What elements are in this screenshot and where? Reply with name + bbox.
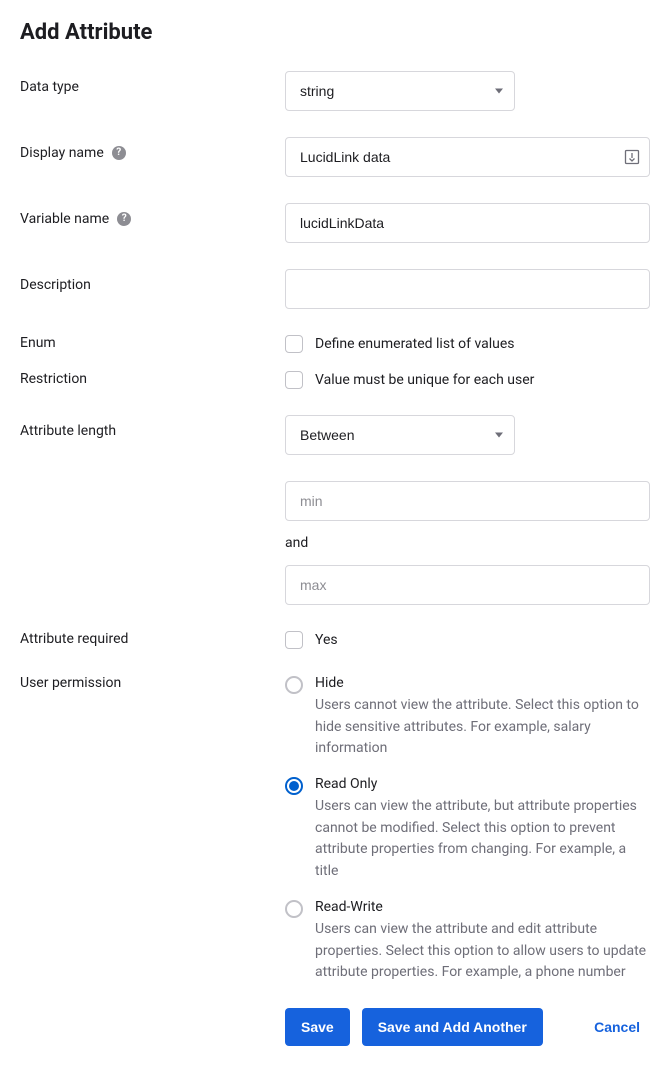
row-description: Description — [20, 269, 650, 309]
label-user-permission: User permission — [20, 675, 285, 691]
attribute-length-select-wrap[interactable]: Between — [285, 415, 515, 455]
radio-item-hide[interactable]: Hide Users cannot view the attribute. Se… — [285, 675, 650, 760]
attribute-required-checkbox[interactable] — [285, 631, 303, 649]
and-label: and — [285, 535, 650, 551]
attribute-required-checkbox-row[interactable]: Yes — [285, 631, 650, 649]
attribute-length-select[interactable]: Between — [285, 415, 515, 455]
save-add-another-button[interactable]: Save and Add Another — [362, 1008, 543, 1046]
label-empty — [20, 481, 285, 489]
row-data-type: Data type string — [20, 71, 650, 111]
radio-read-only[interactable] — [285, 777, 303, 795]
label-enum: Enum — [20, 335, 285, 351]
page-title: Add Attribute — [20, 20, 650, 45]
label-restriction: Restriction — [20, 371, 285, 387]
label-description: Description — [20, 269, 285, 293]
help-icon[interactable]: ? — [117, 212, 131, 226]
radio-read-write-label: Read-Write — [315, 899, 650, 915]
attribute-length-min-input[interactable] — [285, 481, 650, 521]
label-data-type: Data type — [20, 71, 285, 95]
radio-hide-desc: Users cannot view the attribute. Select … — [315, 695, 650, 760]
radio-hide-label: Hide — [315, 675, 650, 691]
enum-checkbox-row[interactable]: Define enumerated list of values — [285, 335, 650, 353]
row-attribute-required: Attribute required Yes — [20, 631, 650, 649]
radio-read-write-desc: Users can view the attribute and edit at… — [315, 919, 650, 984]
row-user-permission: User permission Hide Users cannot view t… — [20, 675, 650, 984]
radio-item-read-only[interactable]: Read Only Users can view the attribute, … — [285, 776, 650, 883]
radio-read-only-desc: Users can view the attribute, but attrib… — [315, 796, 650, 883]
row-restriction: Restriction Value must be unique for eac… — [20, 371, 650, 389]
label-display-name: Display name ? — [20, 137, 285, 161]
radio-read-only-label: Read Only — [315, 776, 650, 792]
radio-read-write[interactable] — [285, 900, 303, 918]
attribute-required-checkbox-label: Yes — [315, 632, 338, 648]
button-row: Save Save and Add Another Cancel — [285, 1008, 650, 1046]
save-button[interactable]: Save — [285, 1008, 350, 1046]
restriction-checkbox-label: Value must be unique for each user — [315, 372, 534, 388]
cancel-button[interactable]: Cancel — [584, 1008, 650, 1046]
label-attribute-length: Attribute length — [20, 415, 285, 439]
row-variable-name: Variable name ? — [20, 203, 650, 243]
radio-hide[interactable] — [285, 676, 303, 694]
enum-checkbox[interactable] — [285, 335, 303, 353]
restriction-checkbox[interactable] — [285, 371, 303, 389]
row-enum: Enum Define enumerated list of values — [20, 335, 650, 353]
attribute-length-max-input[interactable] — [285, 565, 650, 605]
row-display-name: Display name ? — [20, 137, 650, 177]
variable-name-input[interactable] — [285, 203, 650, 243]
description-input[interactable] — [285, 269, 650, 309]
label-variable-name: Variable name ? — [20, 203, 285, 227]
data-type-select[interactable]: string — [285, 71, 515, 111]
label-display-name-text: Display name — [20, 145, 104, 161]
row-attribute-length: Attribute length Between — [20, 415, 650, 455]
row-attribute-length-range: and — [20, 481, 650, 605]
restriction-checkbox-row[interactable]: Value must be unique for each user — [285, 371, 650, 389]
label-attribute-required: Attribute required — [20, 631, 285, 647]
user-permission-radio-group: Hide Users cannot view the attribute. Se… — [285, 675, 650, 984]
help-icon[interactable]: ? — [112, 146, 126, 160]
form-fill-icon[interactable] — [624, 149, 640, 165]
label-variable-name-text: Variable name — [20, 211, 109, 227]
data-type-select-wrap[interactable]: string — [285, 71, 515, 111]
display-name-input[interactable] — [285, 137, 650, 177]
enum-checkbox-label: Define enumerated list of values — [315, 336, 515, 352]
radio-item-read-write[interactable]: Read-Write Users can view the attribute … — [285, 899, 650, 984]
